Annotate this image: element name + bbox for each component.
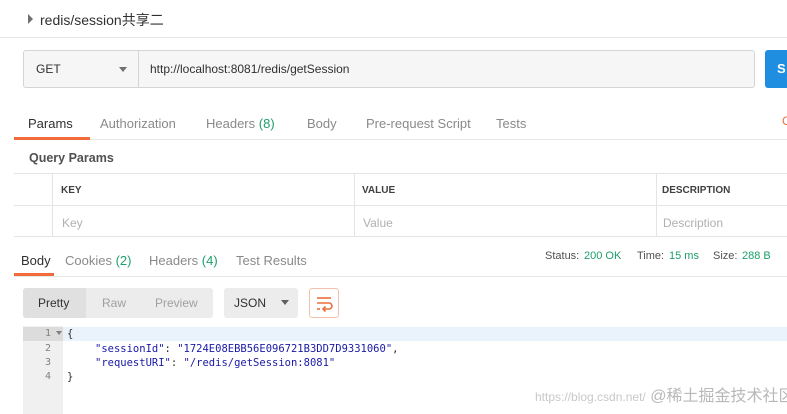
tab-response-headers[interactable]: Headers (4)	[149, 253, 218, 268]
tab-response-headers-count: (4)	[201, 253, 218, 268]
line-number: 3	[44, 357, 51, 368]
row-divider	[14, 205, 787, 206]
active-tab-indicator	[14, 273, 54, 276]
query-params-title: Query Params	[29, 151, 114, 165]
tab-cookies-label: Cookies	[65, 253, 112, 268]
tab-body[interactable]: Body	[307, 116, 337, 131]
column-header-description: DESCRIPTION	[662, 185, 731, 196]
tab-headers[interactable]: Headers (8)	[206, 116, 275, 131]
code-line-2: "sessionId": "1724E08EBB56E096721B3DD7D9…	[95, 343, 399, 355]
status-label: Status:	[545, 250, 580, 262]
pretty-button[interactable]: Pretty	[38, 296, 69, 310]
tab-pre-request-script[interactable]: Pre-request Script	[366, 116, 471, 131]
json-key-session-id: "sessionId"	[95, 343, 165, 355]
code-line-1: {	[67, 328, 74, 340]
column-header-value: VALUE	[362, 185, 396, 196]
method-value: GET	[36, 62, 61, 76]
send-button[interactable]: S	[765, 50, 787, 88]
value-input[interactable]: Value	[363, 216, 393, 230]
watermark-url: https://blog.csdn.net/	[535, 390, 646, 404]
preview-button[interactable]: Preview	[155, 296, 198, 310]
status-value[interactable]: 200 OK	[584, 250, 621, 262]
size-label: Size:	[713, 250, 738, 262]
request-title-bar: redis/session共享二	[0, 0, 787, 38]
description-input[interactable]: Description	[663, 216, 723, 230]
format-select[interactable]: JSON	[224, 288, 298, 318]
tab-response-headers-label: Headers	[149, 253, 199, 268]
column-header-key: KEY	[61, 185, 82, 196]
active-tab-indicator	[14, 137, 90, 140]
tab-cookies-count: (2)	[115, 253, 132, 268]
code-line-4: }	[67, 371, 74, 383]
fold-toggle-icon[interactable]	[56, 331, 62, 335]
request-tabs: Params Authorization Headers (8) Body Pr…	[14, 108, 787, 140]
line-number: 1	[44, 328, 51, 339]
key-input[interactable]: Key	[62, 216, 83, 230]
tab-authorization[interactable]: Authorization	[100, 116, 176, 131]
chevron-down-icon	[119, 67, 127, 72]
tab-cookies[interactable]: Cookies (2)	[65, 253, 131, 268]
tab-test-results[interactable]: Test Results	[236, 253, 307, 268]
line-number: 2	[44, 343, 51, 354]
params-table: KEY VALUE DESCRIPTION Key Value Descript…	[14, 173, 787, 237]
time-label: Time:	[637, 250, 665, 262]
format-value: JSON	[234, 296, 267, 310]
tab-response-body[interactable]: Body	[21, 253, 51, 268]
tab-headers-count: (8)	[258, 116, 275, 131]
request-name[interactable]: redis/session共享二	[40, 10, 164, 30]
json-value-request-uri: "/redis/getSession:8081"	[183, 357, 336, 369]
cookies-link-fragment[interactable]: C	[782, 114, 787, 128]
chevron-down-icon	[281, 300, 289, 305]
method-select[interactable]: GET	[23, 50, 139, 88]
url-value: http://localhost:8081/redis/getSession	[150, 62, 350, 76]
raw-button[interactable]: Raw	[102, 296, 126, 310]
time-value[interactable]: 15 ms	[669, 250, 699, 262]
watermark-brand: @稀土掘金技术社区	[650, 388, 787, 405]
tab-params[interactable]: Params	[28, 116, 73, 131]
wrap-lines-icon	[317, 297, 333, 313]
size-value[interactable]: 288 B	[742, 250, 771, 262]
code-line-3: "requestURI": "/redis/getSession:8081"	[95, 357, 336, 369]
active-line-highlight	[63, 327, 787, 341]
line-number: 4	[44, 371, 51, 382]
tab-tests[interactable]: Tests	[496, 116, 526, 131]
tab-headers-label: Headers	[206, 116, 256, 131]
wrap-lines-button[interactable]	[309, 288, 339, 318]
watermark: https://blog.csdn.net/ @稀土掘金技术社区	[535, 382, 787, 406]
url-input[interactable]: http://localhost:8081/redis/getSession	[139, 50, 755, 88]
json-key-request-uri: "requestURI"	[95, 357, 171, 369]
caret-right-icon[interactable]	[28, 14, 33, 24]
json-value-session-id: "1724E08EBB56E096721B3DD7D9331060"	[177, 343, 393, 355]
